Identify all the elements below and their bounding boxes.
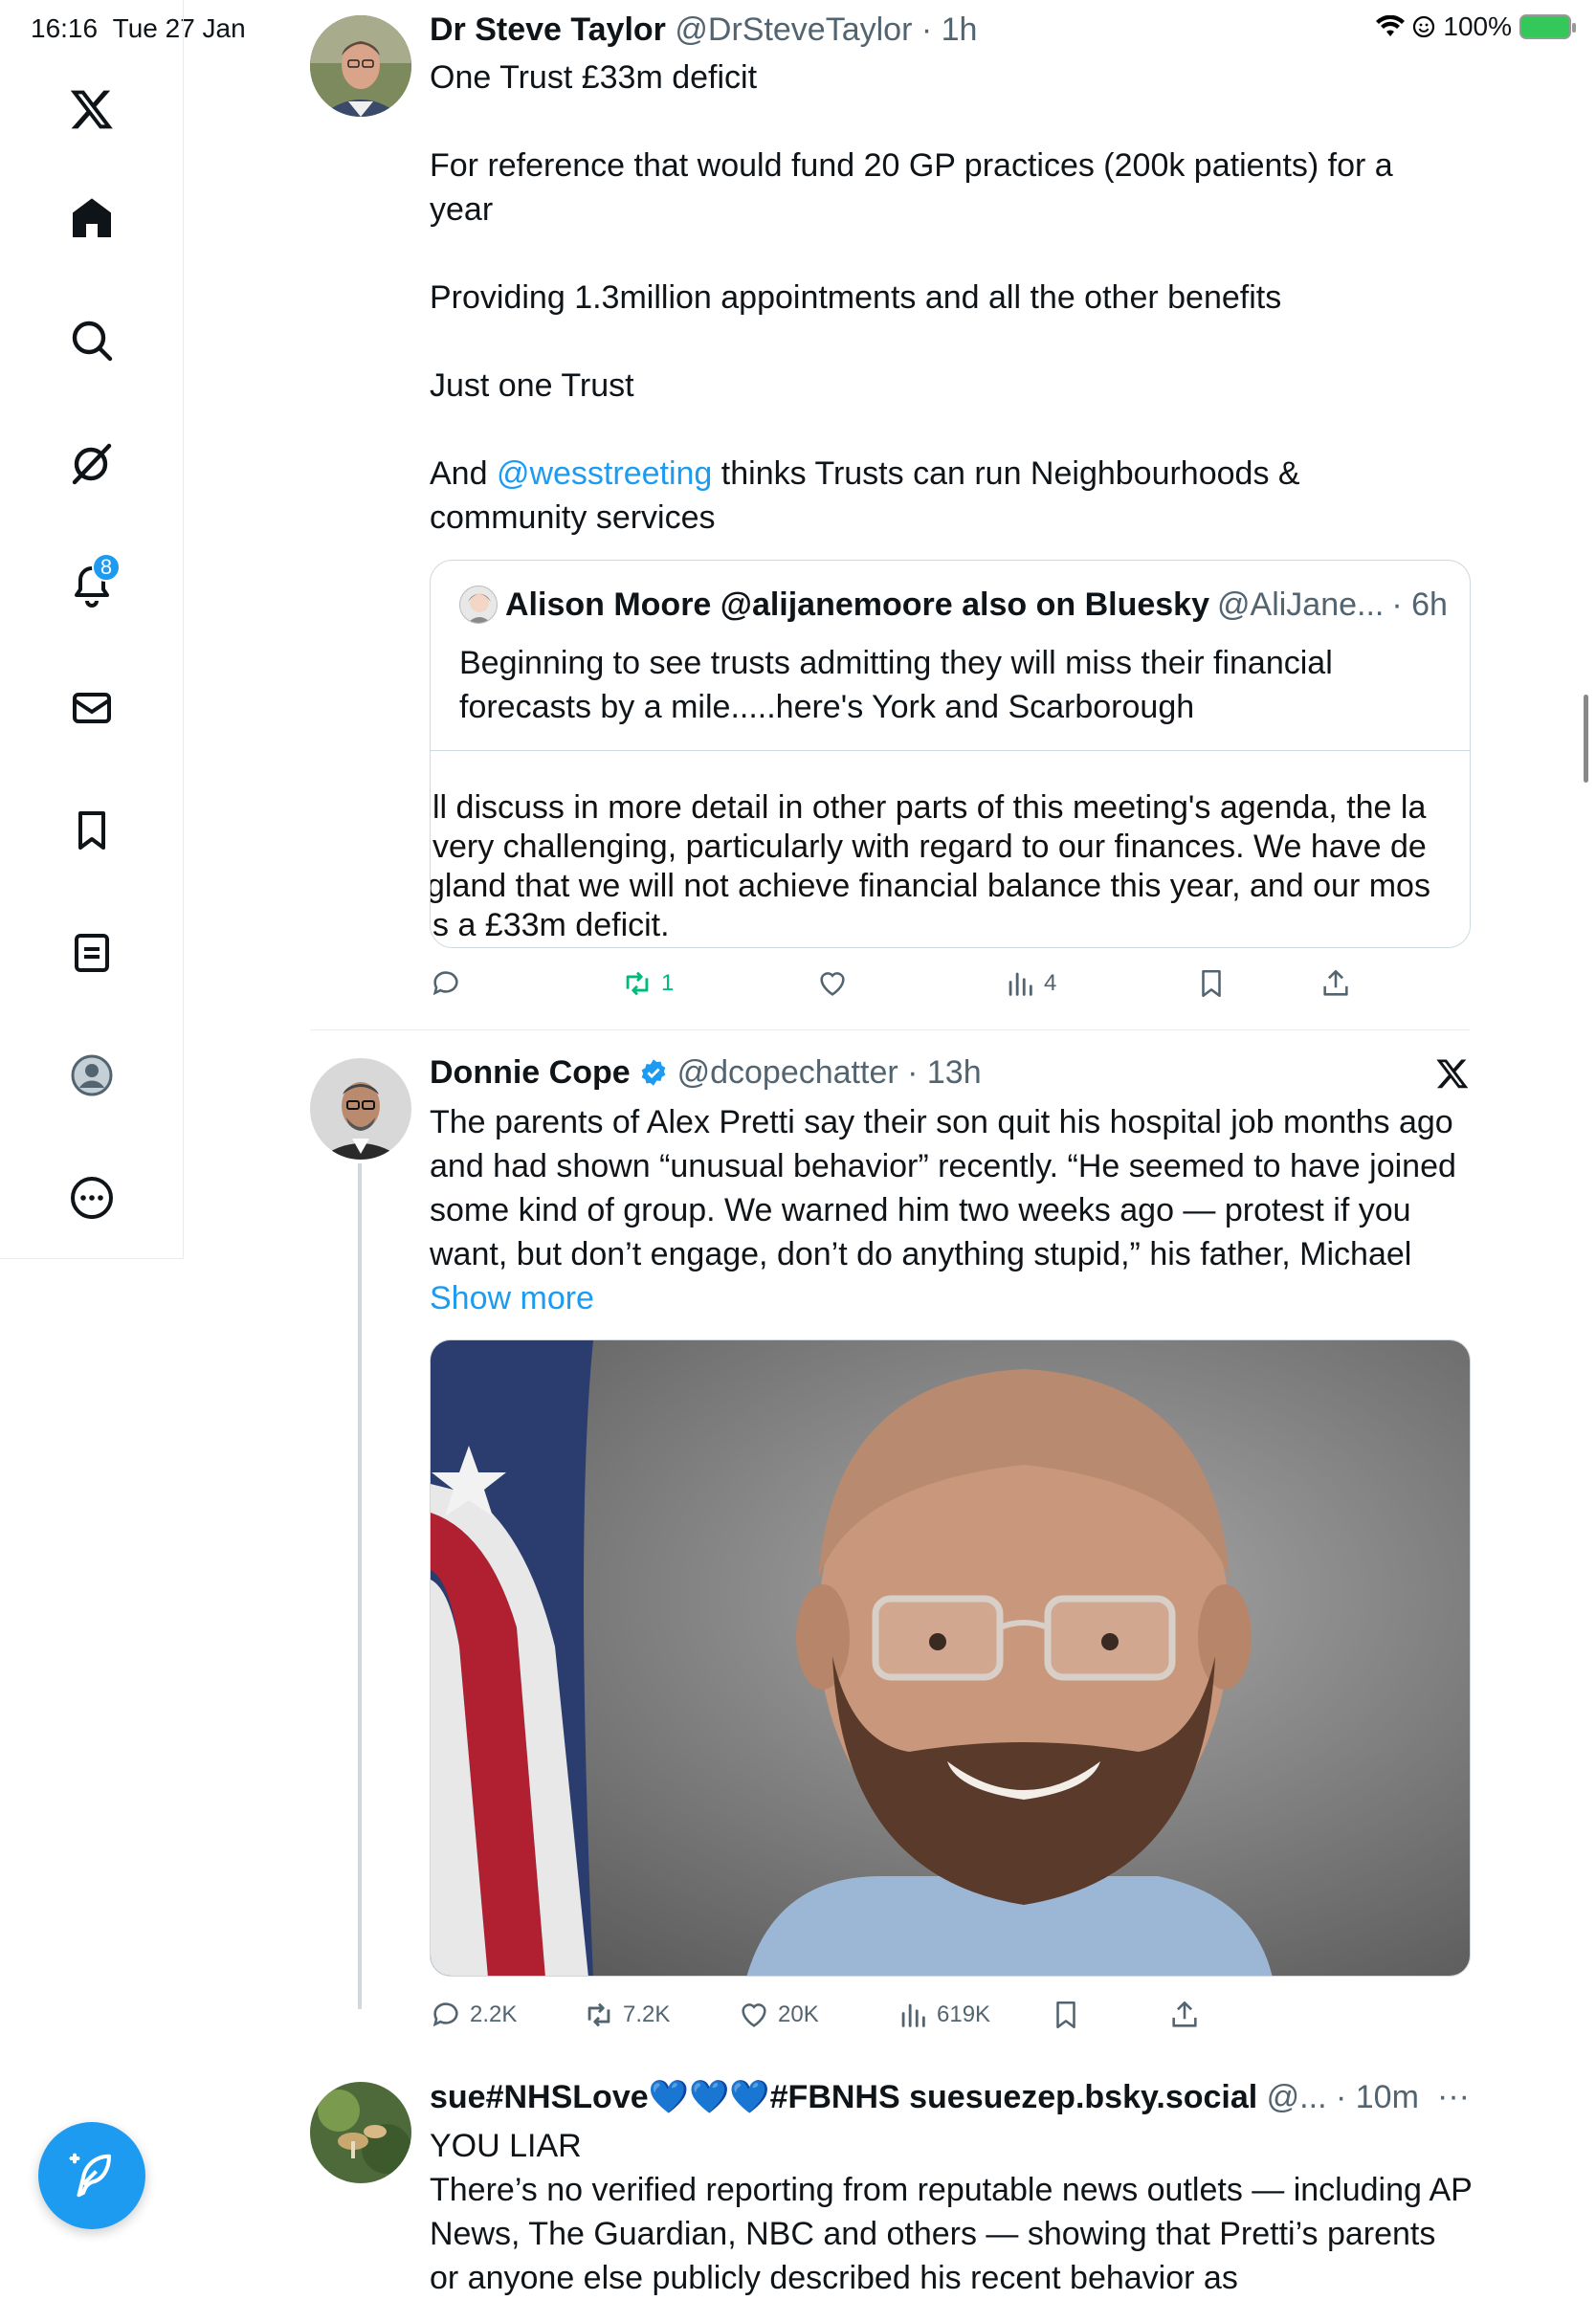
quoted-tweet-time: · 6h — [1391, 586, 1448, 623]
portrait-image — [431, 1340, 1470, 1976]
like-button[interactable] — [816, 964, 1004, 1003]
quoted-tweet-header: Alison Moore @alijanemoore also on Blues… — [459, 586, 1448, 624]
tweet-paragraph: And @wesstreeting thinks Trusts can run … — [430, 455, 1300, 536]
notifications-icon[interactable]: 8 — [61, 553, 122, 616]
tweet-actions: 2.2K 7.2K 20K 619K — [430, 1996, 1386, 2034]
tweet-paragraph: The parents of Alex Pretti say their son… — [430, 1104, 1456, 1272]
views-count: 4 — [1044, 970, 1057, 996]
quoted-avatar — [459, 586, 498, 624]
scrollbar[interactable] — [1584, 695, 1588, 783]
tweet-time[interactable]: · 13h — [907, 1054, 982, 1091]
verified-badge-icon — [641, 1059, 666, 1086]
author-name[interactable]: Donnie Cope — [430, 1054, 631, 1091]
reply-button[interactable] — [430, 964, 621, 1003]
home-icon[interactable] — [61, 188, 122, 249]
avatar[interactable] — [310, 15, 411, 117]
avatar-photo — [310, 15, 411, 117]
x-logo-icon — [1435, 1056, 1470, 1095]
tweet-time[interactable]: · 1h — [921, 11, 978, 48]
search-icon[interactable] — [61, 310, 122, 371]
views-icon — [1009, 972, 1032, 996]
x-logo-icon[interactable] — [61, 78, 122, 140]
author-handle[interactable]: @DrSteveTaylor — [675, 11, 912, 48]
tweet-header: Dr Steve Taylor @DrSteveTaylor · 1h — [430, 11, 977, 49]
document-line: very challenging, particularly with rega… — [432, 829, 1427, 865]
quoted-tweet-text: Beginning to see trusts admitting they w… — [459, 645, 1333, 725]
quoted-tweet[interactable]: Alison Moore @alijanemoore also on Blues… — [430, 560, 1471, 948]
tweet-text: The parents of Alex Pretti say their son… — [430, 1100, 1473, 1320]
repost-button[interactable]: 7.2K — [583, 1996, 738, 2034]
tweet-text: One Trust £33m deficit For reference tha… — [430, 55, 1473, 540]
document-line: ll discuss in more detail in other parts… — [432, 789, 1427, 826]
like-count: 20K — [778, 2001, 819, 2027]
compose-button[interactable] — [38, 2122, 145, 2229]
views-button[interactable]: 619K — [897, 1996, 1050, 2034]
repost-icon — [587, 2002, 610, 2027]
document-line: gland that we will not achieve financial… — [431, 868, 1430, 904]
reply-icon — [432, 971, 458, 996]
grok-icon[interactable] — [61, 432, 122, 494]
tweet-media-photo[interactable] — [430, 1339, 1471, 1977]
share-icon — [1172, 2001, 1197, 2027]
notifications-badge: 8 — [92, 553, 121, 582]
bookmark-icon — [1202, 969, 1221, 998]
tweet-header: Donnie Cope @dcopechatter · 13h — [430, 1054, 982, 1092]
sidebar: 8 — [0, 0, 184, 1259]
compose-icon — [69, 2153, 112, 2198]
tweet[interactable]: sue#NHSLove💙💙💙#FBNHS suesuezep.bsky.soci… — [310, 2057, 1472, 2296]
more-icon[interactable] — [61, 1167, 122, 1228]
reply-count: 2.2K — [470, 2001, 518, 2027]
repost-count: 7.2K — [623, 2001, 671, 2027]
tweet-actions: 1 4 — [430, 964, 1386, 1003]
tweet-paragraph: YOU LIAR — [430, 2128, 582, 2164]
lists-icon[interactable] — [61, 922, 122, 984]
more-options-icon[interactable]: ··· — [1437, 2078, 1470, 2115]
tweet-paragraph: Providing 1.3million appointments and al… — [430, 279, 1282, 316]
share-button[interactable] — [1319, 964, 1352, 1003]
mention-link[interactable]: @wesstreeting — [497, 455, 712, 492]
repost-count: 1 — [661, 970, 675, 996]
document-line: s a £33m deficit. — [432, 907, 670, 943]
tweet-paragraph: There’s no verified reporting from reput… — [430, 2172, 1473, 2296]
profile-icon[interactable] — [61, 1045, 122, 1106]
bookmark-button[interactable] — [1050, 1996, 1168, 2034]
avatar[interactable] — [310, 2082, 411, 2183]
battery-icon — [1519, 14, 1576, 39]
views-count: 619K — [937, 2001, 991, 2027]
avatar[interactable] — [310, 1058, 411, 1160]
author-name[interactable]: sue#NHSLove💙💙💙#FBNHS suesuezep.bsky.soci… — [430, 2079, 1257, 2115]
author-handle[interactable]: @dcopechatter — [677, 1054, 898, 1091]
tweet-paragraph: For reference that would fund 20 GP prac… — [430, 147, 1393, 228]
show-more-link[interactable]: Show more — [430, 1280, 594, 1316]
messages-icon[interactable] — [61, 677, 122, 739]
heart-icon — [742, 2003, 766, 2027]
share-button[interactable] — [1168, 1996, 1201, 2034]
avatar-photo — [310, 2082, 411, 2183]
views-button[interactable]: 4 — [1004, 964, 1195, 1003]
like-button[interactable]: 20K — [738, 1996, 897, 2034]
bookmarks-icon[interactable] — [61, 800, 122, 861]
heart-icon — [820, 972, 845, 996]
tweet-time[interactable]: · 10m — [1336, 2079, 1419, 2115]
views-icon — [901, 2003, 925, 2027]
author-handle[interactable]: @... — [1267, 2079, 1327, 2115]
tweet-header: sue#NHSLove💙💙💙#FBNHS suesuezep.bsky.soci… — [430, 2078, 1468, 2116]
bookmark-button[interactable] — [1195, 964, 1319, 1003]
tweet-paragraph: Just one Trust — [430, 367, 634, 404]
tweet-paragraph: One Trust £33m deficit — [430, 59, 758, 96]
reply-button[interactable]: 2.2K — [430, 1996, 583, 2034]
repost-icon — [626, 971, 649, 996]
quoted-author-handle: @AliJane... — [1217, 586, 1385, 623]
author-name[interactable]: Dr Steve Taylor — [430, 11, 666, 48]
bookmark-icon — [1056, 2001, 1075, 2029]
avatar-photo — [310, 1058, 411, 1160]
repost-button[interactable]: 1 — [621, 964, 816, 1003]
quoted-author-name: Alison Moore @alijanemoore also on Blues… — [505, 586, 1209, 623]
quoted-document-image[interactable]: ll discuss in more detail in other parts… — [431, 750, 1470, 947]
reply-icon — [432, 2002, 458, 2027]
share-icon — [1323, 969, 1348, 996]
tweet-text: YOU LIAR There’s no verified reporting f… — [430, 2124, 1473, 2300]
